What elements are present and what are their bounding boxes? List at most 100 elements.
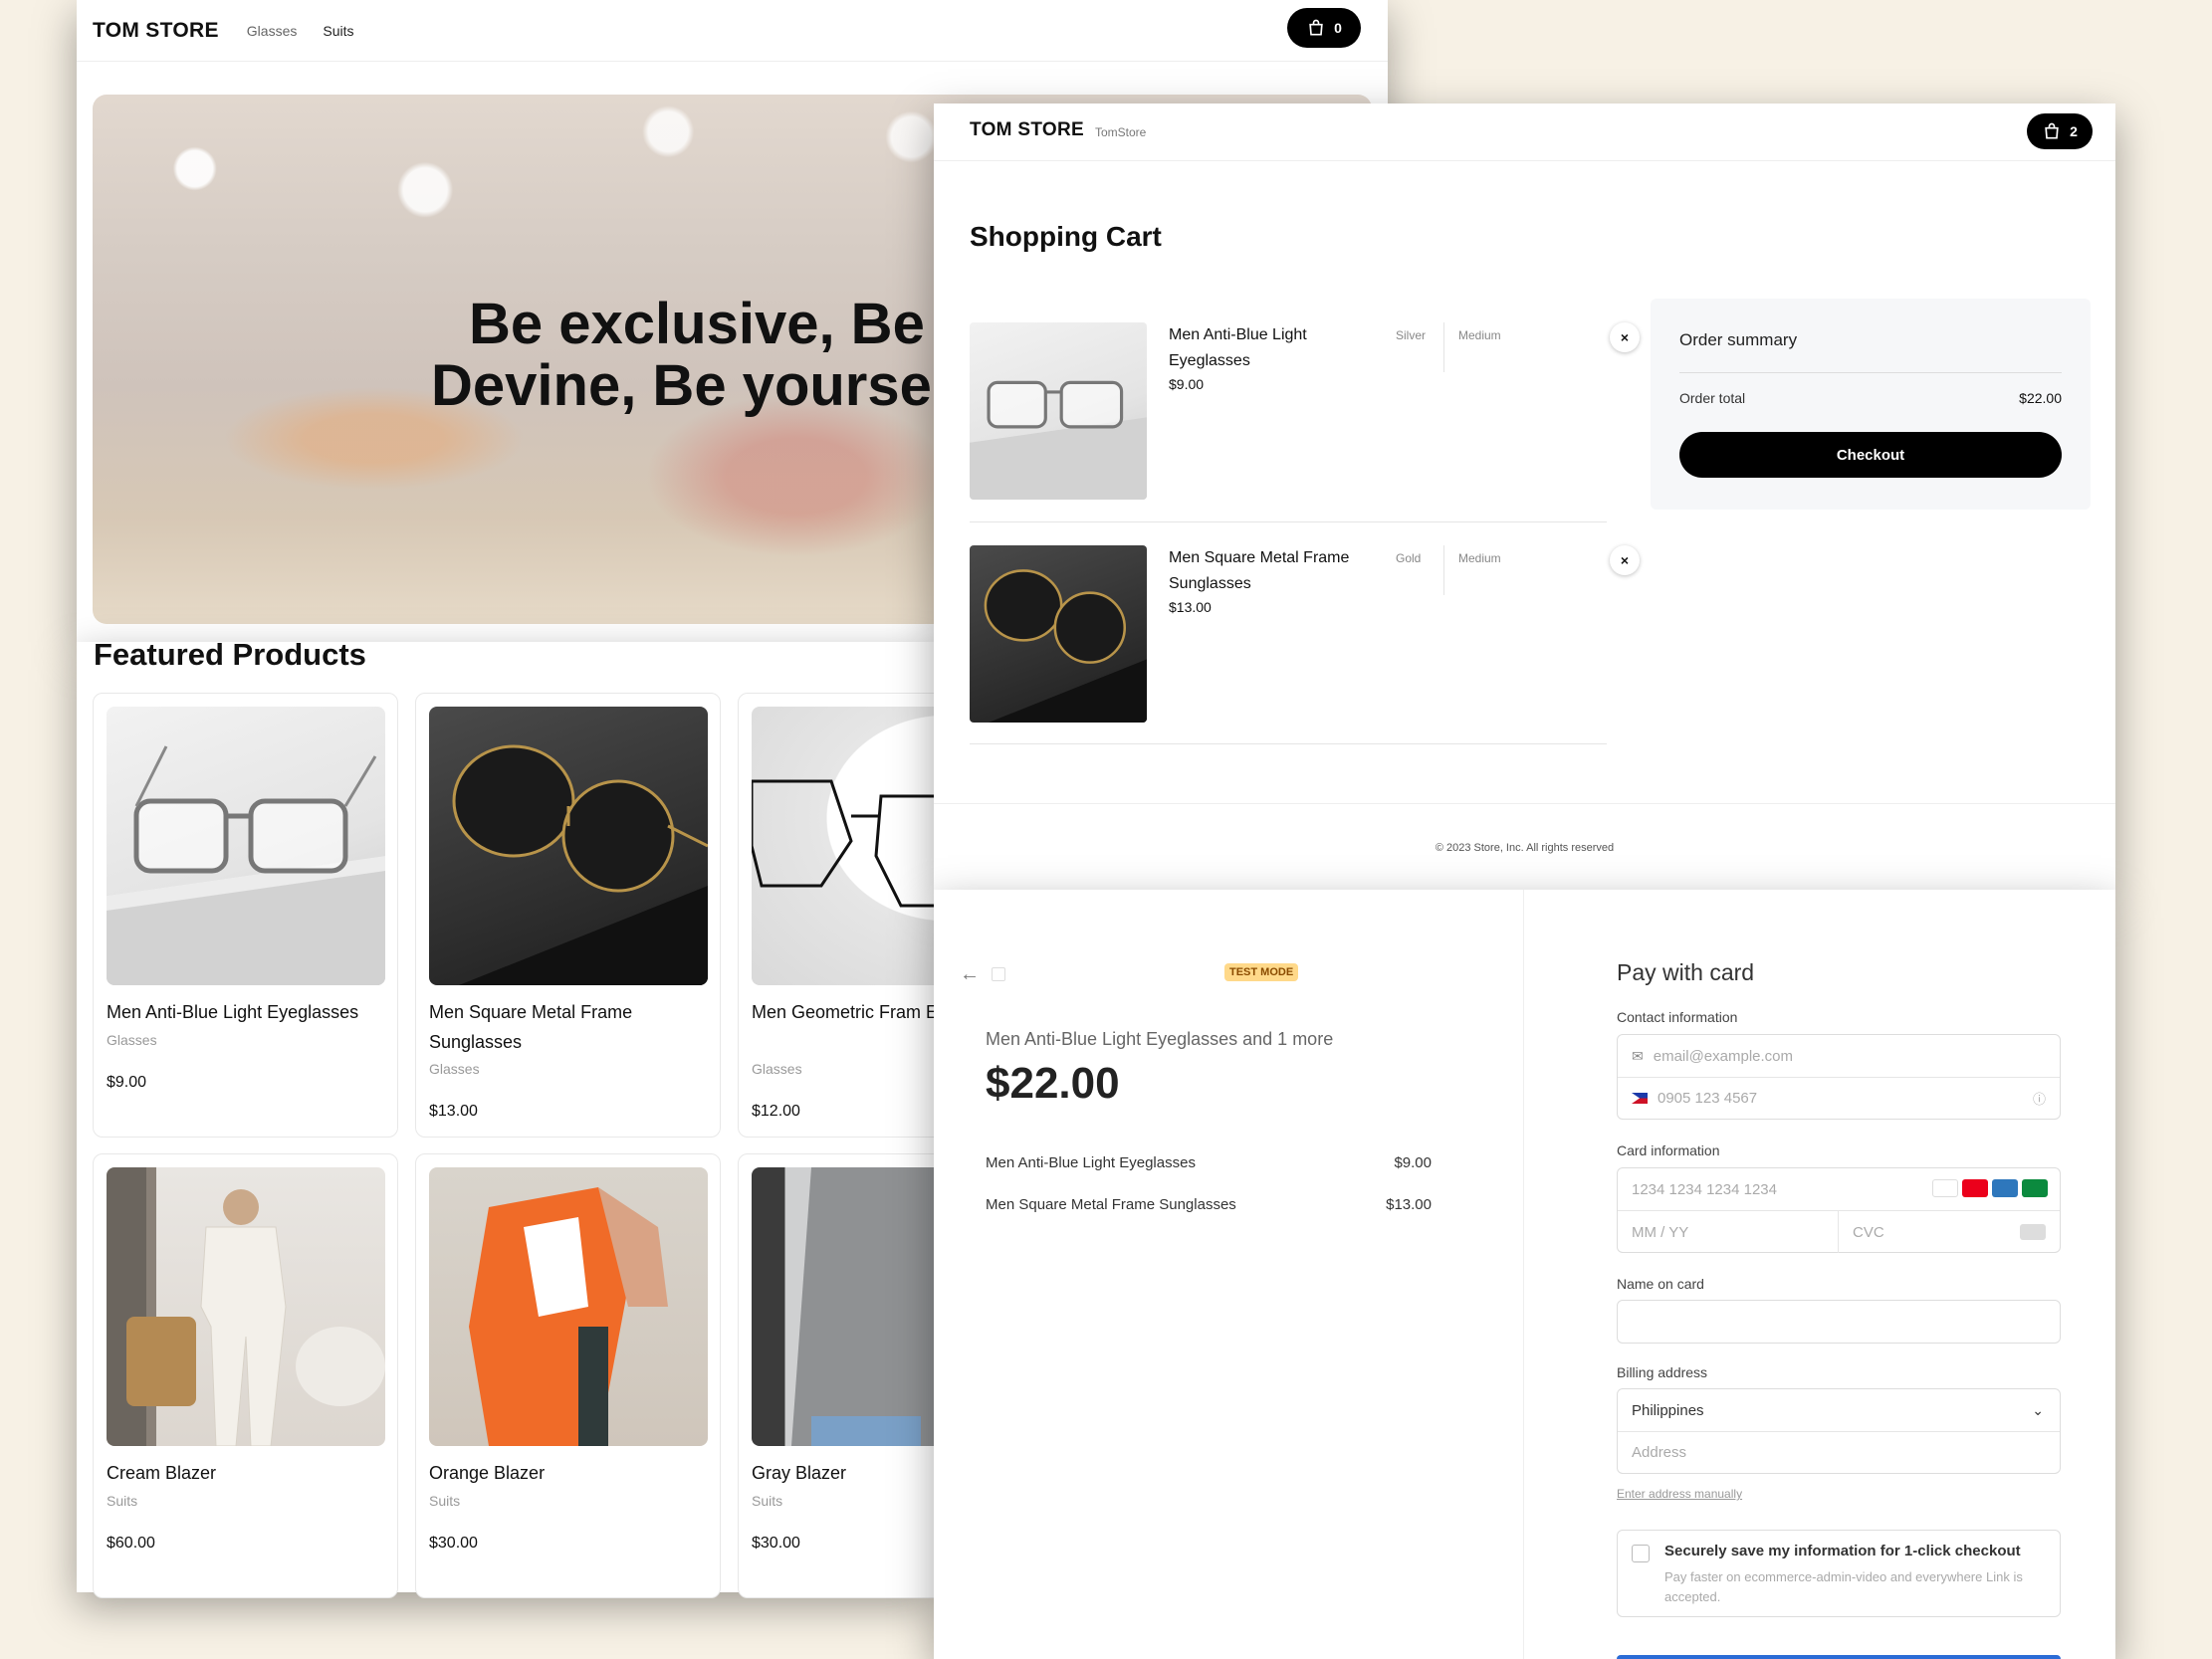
- cart-count: 0: [1334, 20, 1342, 36]
- product-name: Orange Blazer: [429, 1463, 546, 1483]
- contact-info-label: Contact information: [1617, 1009, 1738, 1025]
- cart-navbar: TOM STORE TomStore: [934, 104, 2115, 161]
- checkout-button[interactable]: Checkout: [1679, 432, 2062, 478]
- cart-brand-logo[interactable]: TOM STORE: [970, 119, 1084, 141]
- mastercard-icon: [1962, 1179, 1988, 1197]
- save-info-title: Securely save my information for 1-click…: [1664, 1543, 2021, 1559]
- nav-link-glasses[interactable]: Glasses: [247, 23, 298, 39]
- order-total-value: $22.00: [2019, 390, 2062, 406]
- card-number-field[interactable]: 1234 1234 1234 1234: [1618, 1168, 2060, 1210]
- cart-item-price: $9.00: [1169, 376, 1205, 392]
- country-select[interactable]: Philippines ⌄: [1618, 1389, 2060, 1431]
- card-number-placeholder: 1234 1234 1234 1234: [1632, 1180, 1777, 1198]
- email-placeholder: email@example.com: [1653, 1047, 1794, 1065]
- footer-divider: [934, 803, 2115, 804]
- cvc-placeholder: CVC: [1853, 1223, 1884, 1241]
- copyright-text: © 2023 Store, Inc. All rights reserved: [1435, 842, 1615, 854]
- cart-item-image: [970, 545, 1147, 723]
- line-item: Men Square Metal Frame Sunglasses $13.00: [986, 1196, 1432, 1213]
- cart-item-size: Medium: [1458, 551, 1501, 565]
- product-image: [429, 707, 708, 985]
- line-item-amount: $9.00: [1394, 1154, 1432, 1171]
- name-on-card-field[interactable]: [1617, 1300, 2061, 1344]
- cart-title: Shopping Cart: [970, 221, 1162, 252]
- remove-item-button[interactable]: ×: [1610, 322, 1640, 352]
- close-icon: ×: [1620, 552, 1630, 568]
- name-on-card-label: Name on card: [1617, 1276, 1704, 1292]
- cart-button[interactable]: 2: [2027, 113, 2093, 149]
- product-name: Men Square Metal Frame Sunglasses: [429, 1002, 633, 1052]
- divider: [1443, 545, 1444, 595]
- save-info-checkbox[interactable]: [1632, 1545, 1650, 1562]
- hero-headline-line1: Be exclusive, Be: [469, 292, 925, 356]
- cart-item-name: Men Square Metal Frame Sunglasses: [1169, 549, 1350, 592]
- product-name: Cream Blazer: [107, 1463, 217, 1483]
- line-item: Men Anti-Blue Light Eyeglasses $9.00: [986, 1154, 1432, 1171]
- product-category: Glasses: [752, 1061, 802, 1077]
- payment-description: Men Anti-Blue Light Eyeglasses and 1 mor…: [986, 1029, 1334, 1049]
- payment-window: ← TEST MODE Men Anti-Blue Light Eyeglass…: [934, 890, 2115, 1659]
- product-category: Suits: [752, 1493, 783, 1509]
- shopping-bag-icon: [2045, 122, 2059, 139]
- contact-info-group: ✉ email@example.com 0905 123 4567 ⓘ: [1617, 1034, 2061, 1120]
- order-summary-title: Order summary: [1679, 330, 1798, 349]
- product-card[interactable]: Cream Blazer Suits $60.00: [93, 1153, 398, 1598]
- product-price: $12.00: [752, 1103, 800, 1120]
- store-window-lower: Featured Products Men Anti-Blue Light Ey…: [77, 637, 1043, 1598]
- card-info-group: 1234 1234 1234 1234 MM / YY CVC: [1617, 1167, 2061, 1253]
- jcb-icon: [2022, 1179, 2048, 1197]
- store-name-link[interactable]: TomStore: [1095, 125, 1146, 139]
- email-field[interactable]: ✉ email@example.com: [1618, 1035, 2060, 1077]
- product-card[interactable]: Orange Blazer Suits $30.00: [415, 1153, 721, 1598]
- product-image: [107, 1167, 385, 1446]
- product-price: $30.00: [752, 1535, 800, 1552]
- cart-button[interactable]: 0: [1287, 8, 1361, 48]
- store-navbar: TOM STORE Glasses Suits: [77, 0, 1388, 62]
- address-field[interactable]: Address: [1618, 1431, 2060, 1473]
- close-icon: ×: [1620, 329, 1630, 345]
- product-price: $30.00: [429, 1535, 478, 1552]
- test-mode-badge: TEST MODE: [1224, 963, 1299, 981]
- product-category: Suits: [107, 1493, 138, 1509]
- store-brand-logo[interactable]: TOM STORE: [93, 19, 219, 43]
- cart-window: TOM STORE TomStore 2 Shopping Cart Men A…: [934, 104, 2115, 890]
- payment-summary-pane: ← TEST MODE Men Anti-Blue Light Eyeglass…: [934, 890, 1523, 1659]
- cart-item-name: Men Anti-Blue Light Eyeglasses: [1169, 326, 1307, 369]
- product-card[interactable]: Men Anti-Blue Light Eyeglasses Glasses $…: [93, 693, 398, 1138]
- cvc-card-icon: [2020, 1224, 2046, 1240]
- visa-icon: [1932, 1179, 1958, 1197]
- cart-item: Men Anti-Blue Light Eyeglasses $9.00 Sil…: [970, 322, 1640, 521]
- product-image: [107, 707, 385, 985]
- product-price: $9.00: [107, 1074, 147, 1091]
- order-summary-panel: Order summary Order total $22.00 Checkou…: [1651, 299, 2091, 510]
- cart-item-image: [970, 322, 1147, 500]
- line-item-name: Men Anti-Blue Light Eyeglasses: [986, 1154, 1196, 1171]
- info-icon[interactable]: ⓘ: [2033, 1089, 2046, 1108]
- remove-item-button[interactable]: ×: [1610, 545, 1640, 575]
- billing-address-group: Philippines ⌄ Address: [1617, 1388, 2061, 1474]
- country-value: Philippines: [1632, 1401, 1704, 1419]
- flag-icon: [1632, 1091, 1648, 1107]
- product-name: Men Anti-Blue Light Eyeglasses: [107, 1002, 359, 1022]
- card-info-label: Card information: [1617, 1142, 1720, 1158]
- chevron-down-icon: ⌄: [2032, 1401, 2044, 1418]
- cart-item-color: Gold: [1396, 551, 1422, 565]
- cart-count: 2: [2070, 123, 2078, 139]
- phone-field[interactable]: 0905 123 4567 ⓘ: [1618, 1077, 2060, 1119]
- product-price: $13.00: [429, 1103, 478, 1120]
- nav-link-suits[interactable]: Suits: [323, 23, 353, 39]
- expiry-field[interactable]: MM / YY: [1618, 1211, 1839, 1253]
- product-card[interactable]: Men Square Metal Frame Sunglasses Glasse…: [415, 693, 721, 1138]
- cart-item-price: $13.00: [1169, 599, 1212, 615]
- cart-item: Men Square Metal Frame Sunglasses $13.00…: [970, 545, 1640, 744]
- enter-address-manually-link[interactable]: Enter address manually: [1617, 1487, 1742, 1501]
- amex-icon: [1992, 1179, 2018, 1197]
- envelope-icon: ✉: [1632, 1047, 1644, 1064]
- back-arrow-icon[interactable]: ←: [960, 963, 980, 986]
- billing-address-label: Billing address: [1617, 1364, 1708, 1380]
- cvc-field[interactable]: CVC: [1839, 1211, 2060, 1253]
- expiry-placeholder: MM / YY: [1632, 1223, 1689, 1241]
- featured-products-title: Featured Products: [94, 637, 366, 672]
- pay-button[interactable]: [1617, 1655, 2061, 1659]
- cart-item-size: Medium: [1458, 328, 1501, 342]
